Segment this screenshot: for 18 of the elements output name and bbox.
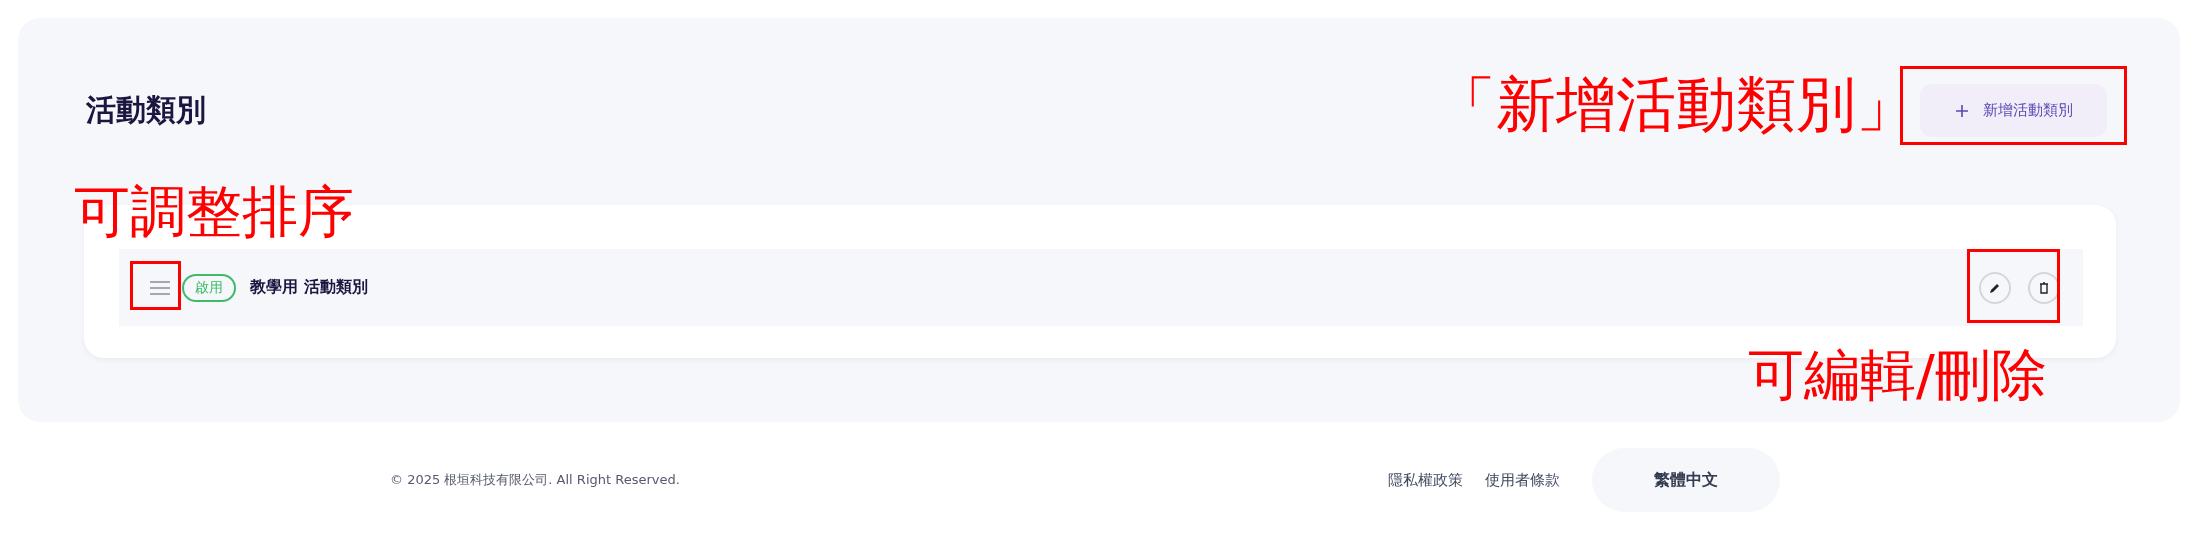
- copyright-text: © 2025 根垣科技有限公司. All Right Reserved.: [390, 471, 680, 489]
- delete-button[interactable]: [2028, 271, 2060, 304]
- add-category-button[interactable]: 新增活動類別: [1920, 84, 2107, 137]
- language-button[interactable]: 繁體中文: [1592, 448, 1780, 512]
- status-badge: 啟用: [182, 273, 236, 302]
- annotation-text: 可調整排序: [74, 184, 354, 240]
- footer-link[interactable]: 使用者條款: [1485, 470, 1560, 490]
- pencil-icon: [1989, 281, 2001, 294]
- annotation-box: [130, 261, 181, 310]
- category-name: 教學用 活動類別: [250, 277, 368, 298]
- footer-link[interactable]: 隱私權政策: [1388, 470, 1463, 490]
- annotation-text: 「新增活動類別」: [1436, 74, 1916, 134]
- drag-handle-icon: [150, 280, 170, 295]
- page-title: 活動類別: [86, 91, 206, 129]
- trash-icon: [2039, 281, 2049, 294]
- edit-button[interactable]: [1979, 271, 2011, 304]
- plus-icon: [1954, 103, 1969, 118]
- annotation-text: 可編輯/刪除: [1748, 347, 2047, 403]
